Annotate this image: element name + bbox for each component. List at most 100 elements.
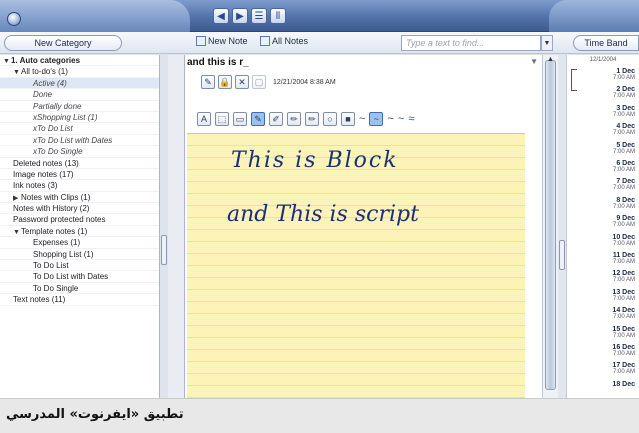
time-band-day: 2 Dec [616,86,635,94]
time-band-entry[interactable]: 14 Dec 7:00 AM [612,307,635,321]
title-bar-right-cap [549,0,639,32]
thin-stroke-icon[interactable]: ~ [359,113,365,125]
sidebar-item[interactable]: Partially done [0,101,159,112]
sidebar-item[interactable]: Done [0,89,159,101]
category-tree: ▼1. Auto categories ▼All to-do's (1) Activ… [0,55,160,398]
time-band-entry[interactable]: 3 Dec 7:00 AM [613,105,635,119]
columns-view-icon[interactable]: ⫴ [270,8,286,24]
time-band-day: 12 Dec [612,270,635,278]
sidebar-item[interactable]: ▼All to-do's (1) [0,66,159,78]
timeband-splitter[interactable] [558,55,566,398]
pen-icon[interactable]: ✎ [251,112,265,126]
ink-toolbar: A ⬚ ▭ ✎ ✐ ✏ ✏ ○ ■ ~ ~ ~ ~ ≈ [197,110,414,128]
delete-icon[interactable]: ✕ [235,75,249,89]
sidebar-splitter[interactable] [160,55,168,398]
thicker-stroke-icon[interactable]: ~ [398,113,404,125]
sidebar-item[interactable]: ▶ Notes with Clips (1) [0,192,159,204]
sidebar-item[interactable]: xTo Do List with Dates [0,135,159,147]
timeband-splitter-grip[interactable] [559,240,565,270]
attach-icon[interactable]: ✎ [201,75,215,89]
time-band-entry[interactable]: 16 Dec 7:00 AM [612,344,635,358]
new-note-button[interactable]: New Note [196,36,248,46]
lasso-icon[interactable]: ○ [323,112,337,126]
lock-icon[interactable]: 🔒 [218,75,232,89]
ink-canvas[interactable]: This is Block and This is script [187,133,525,398]
time-band-time: 7:00 AM [612,259,635,265]
note-title[interactable]: and this is r_ [187,57,249,68]
pencil-icon[interactable]: ✏ [305,112,319,126]
sidebar-item[interactable]: Image notes (17) [0,169,159,181]
sidebar-item[interactable]: ▼Template notes (1) [0,226,159,238]
note-menu-icon[interactable]: ▼ [530,57,538,66]
time-band-entry[interactable]: 10 Dec 7:00 AM [612,234,635,248]
time-band-panel: 12/1/2004 1 Dec 7:00 AM 2 Dec 7:00 AM 3 Dec 7… [566,55,639,398]
time-band-entry[interactable]: 7 Dec 7:00 AM [613,178,635,192]
sidebar-item-label: Template notes (1) [21,226,88,236]
time-band-time: 7:00 AM [612,148,635,155]
time-band-time: 7:00 AM [612,203,635,210]
thickest-stroke-icon[interactable]: ≈ [408,113,414,125]
forward-icon[interactable]: ▶ [232,8,248,24]
sidebar-item[interactable]: To Do List [0,260,159,272]
sidebar-item[interactable]: xTo Do Single [0,146,159,158]
sidebar-item[interactable]: Notes with History (2) [0,203,159,215]
sidebar-item[interactable]: Password protected notes [0,214,159,226]
sidebar-item[interactable]: Expenses (1) [0,237,159,249]
list-view-icon[interactable]: ☰ [251,8,267,24]
time-band-entry[interactable]: 13 Dec 7:00 AM [612,289,635,303]
time-band-entry[interactable]: 5 Dec 7:00 AM [613,142,635,156]
note-scrollbar-thumb[interactable] [545,60,556,390]
collapse-icon[interactable]: ▼ [13,227,21,238]
time-band-day: 3 Dec [616,104,635,112]
time-band-entry[interactable]: 18 Dec [612,381,635,388]
sidebar-item[interactable]: Ink notes (3) [0,180,159,192]
time-band-entry[interactable]: 12 Dec 7:00 AM [612,270,635,284]
time-band-day: 14 Dec [612,307,635,315]
sidebar-item[interactable]: xTo Do List [0,123,159,135]
thick-stroke-icon[interactable]: ~ [387,113,393,125]
time-band-entry[interactable]: 2 Dec 7:00 AM [613,86,635,100]
time-band-entry[interactable]: 17 Dec 7:00 AM [612,362,635,376]
collapse-icon[interactable]: ▼ [3,56,11,67]
time-band-entry[interactable]: 15 Dec 7:00 AM [612,326,635,340]
scroll-up-icon[interactable]: ▲ [544,56,557,66]
marker-icon[interactable]: ✐ [269,112,283,126]
time-band-entry[interactable]: 4 Dec 7:00 AM [613,123,635,137]
sidebar-item[interactable]: Text notes (11) [0,294,159,306]
time-band-time: 7:00 AM [612,351,635,357]
sidebar-item[interactable]: To Do List with Dates [0,271,159,283]
time-band-time: 7:00 AM [612,75,635,81]
time-band-button[interactable]: Time Band [573,35,639,51]
eraser-icon[interactable]: ▭ [233,112,247,126]
new-category-button[interactable]: New Category [4,35,122,51]
search-input[interactable]: Type a text to find... [401,35,541,51]
sidebar-item[interactable]: To Do Single [0,283,159,295]
back-icon[interactable]: ◀ [213,8,229,24]
search-dropdown-icon[interactable]: ▼ [541,35,553,51]
time-band-entry[interactable]: 6 Dec 7:00 AM [613,160,635,174]
time-band-entry[interactable]: 8 Dec 7:00 AM [613,197,635,211]
sidebar-item[interactable]: Deleted notes (13) [0,158,159,169]
time-band-day: 13 Dec [612,288,635,296]
select-icon[interactable]: ⬚ [215,112,229,126]
time-band-time: 7:00 AM [612,369,635,376]
time-band-entry[interactable]: 1 Dec 7:00 AM [613,68,635,82]
sidebar-item[interactable]: xShopping List (1) [0,112,159,124]
app-menu-button[interactable] [7,12,21,26]
sidebar-item[interactable]: Active (4) [0,77,159,90]
sidebar-item[interactable]: Shopping List (1) [0,249,159,261]
medium-stroke-icon[interactable]: ~ [369,112,384,126]
collapse-icon[interactable]: ▼ [13,67,21,78]
note-scrollbar[interactable]: ▲ [542,55,558,398]
calendar-icon[interactable]: ▢ [252,75,266,89]
color-icon[interactable]: ■ [341,112,355,126]
time-band-entry[interactable]: 9 Dec 7:00 AM [613,215,635,229]
all-notes-button[interactable]: All Notes [260,36,308,46]
sidebar-item[interactable]: ▼1. Auto categories [0,55,159,67]
highlighter-icon[interactable]: ✏ [287,112,301,126]
font-size-icon[interactable]: A [197,112,211,126]
time-band-entry[interactable]: 11 Dec 7:00 AM [613,252,635,266]
sidebar-splitter-grip[interactable] [161,235,167,265]
ink-text-script: and This is script [227,202,419,227]
time-band-day: 6 Dec [616,160,635,167]
